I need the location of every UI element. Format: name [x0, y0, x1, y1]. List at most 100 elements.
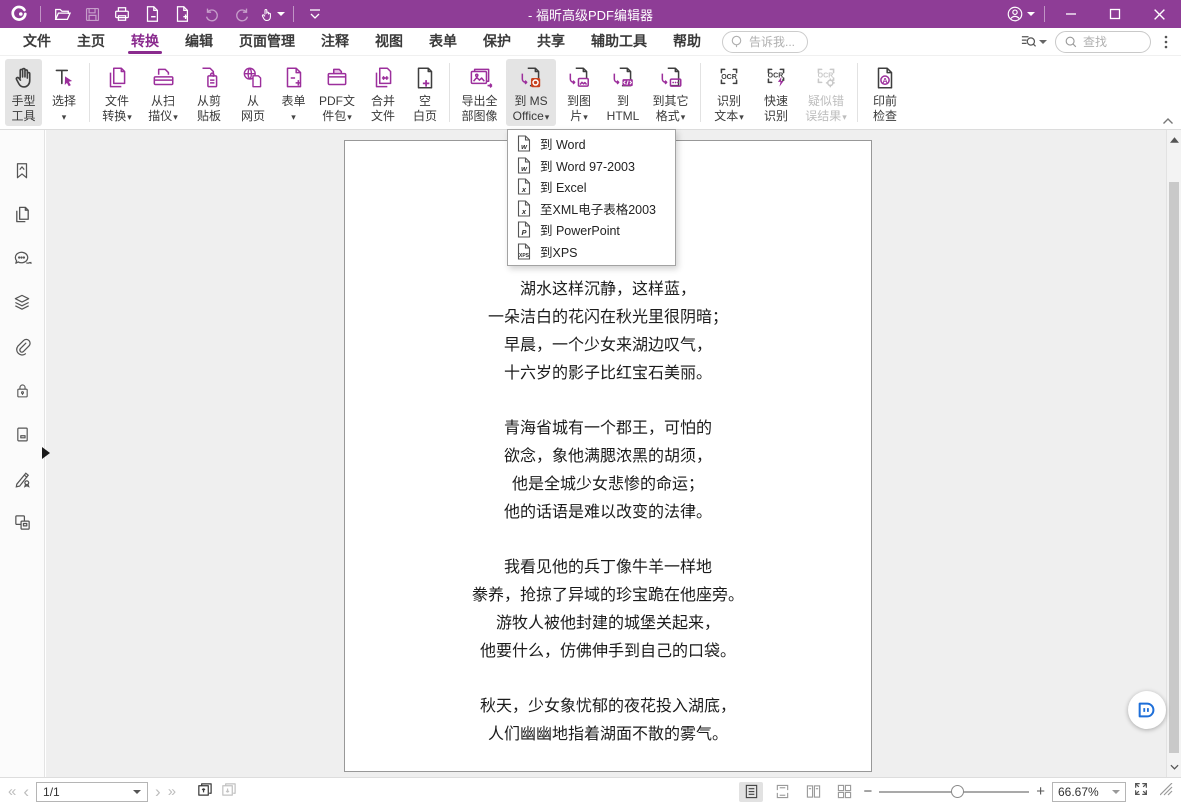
layers-panel-button[interactable] — [11, 292, 33, 312]
excel-badge: x — [521, 206, 527, 216]
zoom-level-select[interactable]: 66.67% — [1052, 781, 1126, 802]
export-all-images-button[interactable]: 导出全 部图像 — [455, 59, 504, 126]
page-number-input[interactable]: 1/1 — [36, 781, 149, 802]
xps-file-icon: XPS — [517, 243, 531, 260]
customize-quick-access-button[interactable] — [302, 2, 328, 26]
form-button[interactable]: 表单 — [275, 59, 312, 126]
vertical-scrollbar[interactable] — [1166, 130, 1181, 777]
fullscreen-button[interactable] — [1133, 781, 1149, 802]
minimize-button[interactable] — [1049, 0, 1093, 28]
menu-item-to-word-97-2003[interactable]: w 到 Word 97-2003 — [508, 155, 675, 177]
menu-item-to-xml-spreadsheet-2003[interactable]: x 至XML电子表格2003 — [508, 198, 675, 220]
touch-mode-button[interactable] — [259, 2, 285, 26]
security-panel-button[interactable] — [11, 380, 33, 400]
hand-tool-button[interactable]: 手型 工具 — [5, 59, 42, 126]
preflight-button[interactable]: A 印前 检查 — [863, 59, 907, 126]
scrollbar-thumb[interactable] — [1169, 182, 1179, 753]
undo-button[interactable] — [199, 2, 225, 26]
tell-me-box[interactable]: 告诉我... — [722, 30, 809, 53]
single-page-view-button[interactable] — [739, 781, 764, 802]
menu-item-to-powerpoint[interactable]: P 到 PowerPoint — [508, 219, 675, 241]
pdf-portfolio-button[interactable]: PDF文 件包 — [314, 59, 360, 126]
account-button[interactable] — [1000, 2, 1040, 26]
ribbon-separator — [89, 63, 90, 122]
divider — [1044, 6, 1045, 22]
tab-protect[interactable]: 保护 — [470, 28, 524, 56]
tab-help[interactable]: 帮助 — [660, 28, 714, 56]
destinations-panel-button[interactable] — [11, 424, 33, 444]
select-button[interactable]: 选择 — [44, 59, 84, 126]
destination-page-icon — [16, 427, 28, 441]
to-image-button[interactable]: 到图 片 — [558, 59, 600, 126]
tab-share[interactable]: 共享 — [524, 28, 578, 56]
tab-convert[interactable]: 转换 — [118, 28, 172, 56]
to-html-label: 到 — [616, 94, 629, 108]
form-caret — [291, 109, 296, 125]
bookmarks-panel-button[interactable] — [11, 160, 33, 180]
first-page-button[interactable] — [8, 784, 16, 799]
collapse-ribbon-button[interactable] — [1159, 114, 1177, 127]
recognize-text-button[interactable]: OCR 识别 文本 — [706, 59, 752, 126]
print-button[interactable] — [109, 2, 135, 26]
cross-reference-panel-button[interactable] — [11, 512, 33, 532]
scroll-up-button[interactable] — [1167, 132, 1181, 148]
pages-panel-button[interactable] — [11, 204, 33, 224]
signatures-panel-button[interactable] — [11, 468, 33, 488]
page-remove-button[interactable] — [139, 2, 165, 26]
last-page-button[interactable] — [168, 784, 176, 799]
file-convert-button[interactable]: 文件 转换 — [95, 59, 139, 126]
from-scanner-button[interactable]: 从扫 描仪 — [141, 59, 185, 126]
previous-page-button[interactable] — [23, 783, 29, 800]
zoom-slider[interactable] — [879, 782, 1030, 802]
tab-file[interactable]: 文件 — [10, 28, 64, 56]
advanced-search-button[interactable] — [1020, 33, 1047, 50]
from-clipboard-button[interactable]: 从剪 贴板 — [187, 59, 231, 126]
to-ms-office-button[interactable]: 到 MS Office — [506, 59, 556, 126]
expand-panel-handle[interactable] — [42, 447, 50, 459]
tab-form[interactable]: 表单 — [416, 28, 470, 56]
zoom-slider-handle[interactable] — [951, 784, 965, 798]
comments-panel-button[interactable] — [11, 248, 33, 268]
continuous-view-button[interactable] — [770, 782, 794, 802]
tab-accessibility[interactable]: 辅助工具 — [578, 28, 660, 56]
tab-organize[interactable]: 页面管理 — [226, 28, 308, 56]
zoom-out-button[interactable] — [863, 784, 872, 799]
facing-view-button[interactable] — [801, 782, 825, 802]
tab-comment[interactable]: 注释 — [308, 28, 362, 56]
more-options-button[interactable] — [1159, 34, 1173, 50]
next-view-button[interactable] — [220, 781, 237, 803]
quick-recognize-button[interactable]: OCR 快速 识别 — [754, 59, 798, 126]
scroll-down-button[interactable] — [1167, 759, 1181, 775]
portfolio-icon — [324, 62, 350, 94]
to-html-button[interactable]: 到 HTML — [602, 59, 644, 126]
menu-item-to-word[interactable]: w 到 Word — [508, 133, 675, 155]
attachments-panel-button[interactable] — [11, 336, 33, 356]
page-add-button[interactable] — [169, 2, 195, 26]
to-other-format-button[interactable]: 到其它 格式 — [646, 59, 695, 126]
previous-view-button[interactable] — [196, 781, 213, 803]
menu-item-to-xps[interactable]: XPS 到XPS — [508, 241, 675, 263]
from-web-button[interactable]: 从 网页 — [233, 59, 273, 126]
maximize-button[interactable] — [1093, 0, 1137, 28]
tab-home[interactable]: 主页 — [64, 28, 118, 56]
powerpoint-badge: P — [521, 228, 527, 238]
from-clipboard-label: 贴板 — [196, 109, 221, 123]
next-page-button[interactable] — [155, 783, 161, 800]
find-input[interactable]: 查找 — [1055, 30, 1151, 53]
resize-grip[interactable] — [1159, 782, 1173, 801]
hand-icon — [11, 62, 37, 94]
save-button[interactable] — [79, 2, 105, 26]
redo-button[interactable] — [229, 2, 255, 26]
close-button[interactable] — [1137, 0, 1181, 28]
tab-edit[interactable]: 编辑 — [172, 28, 226, 56]
tab-view[interactable]: 视图 — [362, 28, 416, 56]
zoom-in-button[interactable] — [1036, 784, 1045, 799]
open-file-button[interactable] — [49, 2, 75, 26]
ai-assistant-button[interactable] — [1128, 691, 1166, 729]
form-label: 表单 — [281, 94, 306, 108]
blank-page-button[interactable]: 空 白页 — [406, 59, 444, 126]
menu-item-label: 至XML电子表格2003 — [540, 202, 657, 217]
combine-files-button[interactable]: 合并 文件 — [362, 59, 404, 126]
menu-item-to-excel[interactable]: x 到 Excel — [508, 176, 675, 198]
quad-view-button[interactable] — [832, 782, 856, 802]
